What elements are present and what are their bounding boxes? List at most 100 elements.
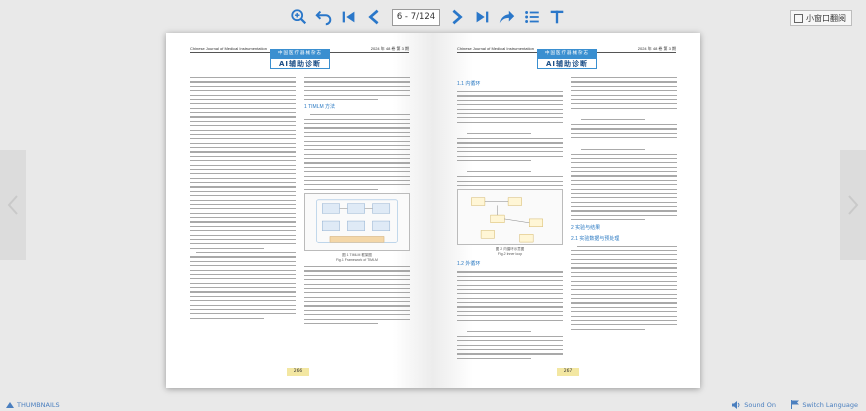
text-line <box>190 243 296 245</box>
flag-icon <box>791 400 800 409</box>
text-line <box>190 225 296 227</box>
text-line <box>577 245 677 247</box>
mini-window-label: 小窗口翻阅 <box>806 13 846 23</box>
text-line <box>571 188 677 190</box>
text-line <box>571 81 677 83</box>
diagram-node <box>480 230 495 239</box>
text-line <box>190 282 296 284</box>
text-line <box>190 217 296 219</box>
text-line <box>190 260 296 262</box>
left-page[interactable]: Chinese Journal of Medical Instrumentati… <box>166 33 433 388</box>
text-line <box>571 124 677 126</box>
text-line <box>571 77 677 79</box>
text-line <box>190 203 296 206</box>
text-icon[interactable] <box>547 7 567 27</box>
text-line <box>571 153 677 155</box>
section-heading: 1 TIMLM 方法 <box>304 104 336 111</box>
next-page-arrow[interactable] <box>840 150 866 260</box>
text-line <box>304 77 410 79</box>
text-line <box>571 206 677 208</box>
thumbnails-label: THUMBNAILS <box>17 401 60 409</box>
sound-toggle[interactable]: Sound On <box>732 401 776 409</box>
text-line <box>571 192 677 195</box>
text-line <box>457 302 563 304</box>
text-line <box>190 77 296 79</box>
text-column-right: 1 TIMLM 方法图 1 TIMLM 框架图 Fig.1 Framework o… <box>304 77 410 327</box>
chevron-left-icon <box>7 195 18 215</box>
page-number-input[interactable]: 6 - 7/124 <box>392 9 440 26</box>
previous-page-arrow[interactable] <box>0 150 26 260</box>
equation <box>467 324 531 332</box>
zoom-in-icon[interactable] <box>289 7 309 27</box>
framework-block <box>347 203 365 214</box>
undo-icon[interactable] <box>314 7 334 27</box>
text-line <box>457 151 563 153</box>
text-line <box>457 353 563 355</box>
text-line <box>457 155 563 157</box>
text-line <box>457 91 563 93</box>
last-page-icon[interactable] <box>472 7 492 27</box>
diagram-node <box>529 219 543 228</box>
figure <box>457 189 563 246</box>
text-line <box>190 256 296 258</box>
text-line <box>190 300 296 302</box>
share-icon[interactable] <box>497 7 517 27</box>
book-spread[interactable]: Chinese Journal of Medical Instrumentati… <box>166 33 700 388</box>
text-line <box>190 278 296 280</box>
text-line <box>571 258 677 260</box>
text-line <box>571 289 677 291</box>
text-line <box>571 284 677 287</box>
text-line <box>304 322 379 325</box>
text-line <box>304 296 410 298</box>
text-line <box>190 182 296 184</box>
text-line <box>571 157 677 160</box>
text-line <box>190 168 296 171</box>
text-line <box>571 219 646 221</box>
badge-topic: AI辅助诊断 <box>537 58 597 69</box>
text-line <box>571 306 677 308</box>
mini-window-button[interactable]: 小窗口翻阅 <box>790 10 852 26</box>
text-line <box>310 114 410 116</box>
text-line <box>304 149 410 151</box>
framework-block <box>322 220 340 231</box>
text-line <box>457 104 563 106</box>
text-line <box>571 311 677 313</box>
text-line <box>304 305 410 307</box>
text-line <box>457 335 563 338</box>
text-line <box>571 293 677 295</box>
text-line <box>571 254 677 256</box>
text-line <box>571 280 677 282</box>
figure-caption: 图 1 TIMLM 框架图 Fig.1 Framework of TIMLM <box>336 253 378 262</box>
list-icon[interactable] <box>522 7 542 27</box>
chevron-right-icon <box>848 195 859 215</box>
text-line <box>457 288 563 291</box>
next-page-icon[interactable] <box>447 7 467 27</box>
text-line <box>190 94 296 96</box>
text-line <box>457 349 563 351</box>
text-line <box>190 133 296 136</box>
text-line <box>190 199 296 201</box>
text-line <box>304 283 410 285</box>
text-line <box>571 90 677 92</box>
text-line <box>304 85 410 87</box>
text-line <box>190 177 296 179</box>
toolbar: 6 - 7/124 小窗口翻阅 <box>0 6 866 30</box>
text-line <box>571 214 677 216</box>
previous-page-icon[interactable] <box>364 7 384 27</box>
first-page-icon[interactable] <box>339 7 359 27</box>
badge-journal-name: 中国医疗器械杂志 <box>270 49 330 58</box>
equation <box>467 126 531 134</box>
text-line <box>304 140 410 142</box>
equation <box>467 164 531 173</box>
language-switch[interactable]: Switch Language <box>791 400 858 409</box>
text-line <box>304 153 410 155</box>
text-line <box>304 179 410 182</box>
text-line <box>304 166 410 168</box>
text-line <box>457 275 563 277</box>
text-line <box>457 315 563 317</box>
text-line <box>304 188 379 190</box>
right-page[interactable]: Chinese Journal of Medical Instrumentati… <box>433 33 700 388</box>
text-line <box>457 319 563 321</box>
text-line <box>304 270 410 272</box>
thumbnails-toggle[interactable]: THUMBNAILS <box>6 401 60 409</box>
